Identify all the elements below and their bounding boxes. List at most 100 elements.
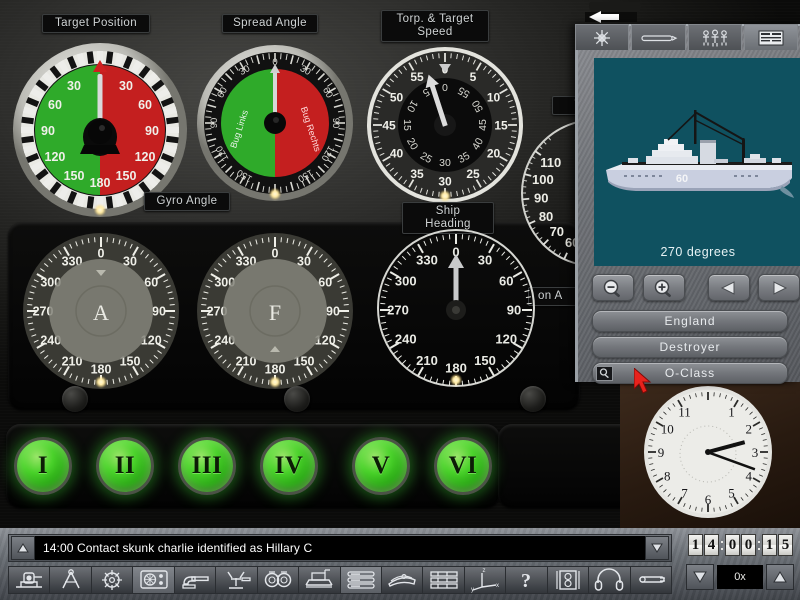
tool-bridge[interactable] xyxy=(299,567,340,593)
gauge-tick-label: 180 xyxy=(91,363,112,377)
gauge-tick-label: 60 xyxy=(499,274,513,289)
message-frame: 14:00 Contact skunk charlie identified a… xyxy=(8,534,672,562)
tool-hydrophone[interactable] xyxy=(589,567,630,593)
gauge-tick-label: 120 xyxy=(495,332,517,347)
spread-angle-gauge[interactable]: 3060901201500306090120150 Bug Links Bug … xyxy=(196,44,354,202)
identify-button[interactable] xyxy=(596,366,613,381)
deck-gun-icon xyxy=(178,567,212,593)
tool-captain[interactable] xyxy=(382,567,423,593)
tool-helm[interactable] xyxy=(92,567,133,593)
tool-radio[interactable] xyxy=(133,567,174,593)
periscope-icon xyxy=(12,567,46,593)
zoom-out-button[interactable] xyxy=(592,274,634,301)
flak-gun-icon xyxy=(219,567,253,593)
tool-depth-gauge[interactable] xyxy=(548,567,589,593)
svg-text:?: ? xyxy=(521,570,531,592)
ship-silhouette-viewport[interactable]: 60 270 degrees xyxy=(594,58,800,266)
time-decrease-button[interactable] xyxy=(686,564,714,590)
tab-navigation[interactable] xyxy=(575,24,629,50)
clock-colon xyxy=(757,534,761,556)
clock-numeral: 3 xyxy=(752,445,759,460)
ship-heading-gauge[interactable]: 0306090120150180210240270300330 xyxy=(374,226,538,390)
torpedo-tube-button-5[interactable]: V xyxy=(352,437,410,495)
torpedo-icon xyxy=(638,32,678,44)
tab-crew[interactable] xyxy=(688,24,742,50)
binoculars-icon xyxy=(261,567,295,593)
target-position-label: Target Position xyxy=(42,14,150,33)
gauge-tick-label: 45 xyxy=(382,119,396,133)
depth-gauge-icon xyxy=(551,567,585,593)
headphones-icon xyxy=(592,567,626,593)
tab-recognition-manual[interactable] xyxy=(744,24,798,50)
dividers-icon xyxy=(54,567,88,593)
gauge-tick-label: 30 xyxy=(67,79,81,93)
gauge-tick-label: 60 xyxy=(138,98,152,112)
tool-deck-gun[interactable] xyxy=(175,567,216,593)
torpedo-tube-button-1[interactable]: I xyxy=(14,437,72,495)
time-compression: 0x xyxy=(686,562,794,592)
gauge-tick-label: 110 xyxy=(540,155,561,170)
gauge-tick-label: 35 xyxy=(410,167,424,181)
aft-tube-dial[interactable]: 0306090120150180210240270300330 A xyxy=(22,232,180,390)
torpedo-tube-button-4[interactable]: IV xyxy=(260,437,318,495)
compartments-icon xyxy=(427,567,461,593)
ship-class-button[interactable]: O-Class xyxy=(592,362,788,384)
tool-periscope[interactable] xyxy=(9,567,50,593)
tool-damage-control[interactable] xyxy=(423,567,464,593)
previous-ship-button[interactable] xyxy=(708,274,750,301)
clock-numeral: 7 xyxy=(681,486,688,501)
tool-binoculars[interactable] xyxy=(258,567,299,593)
time-panel: 140015 0x xyxy=(684,532,796,596)
time-increase-button[interactable] xyxy=(766,564,794,590)
triangle-up-icon xyxy=(772,569,788,585)
gauge-tick-label: 150 xyxy=(474,353,496,368)
svg-text:z: z xyxy=(483,568,486,574)
gauge-tick-label: 330 xyxy=(416,252,438,267)
gauge-tick-label: 0 xyxy=(98,247,105,261)
tab-torpedo[interactable] xyxy=(631,24,685,50)
tool-navigation-map[interactable] xyxy=(50,567,91,593)
gauge-tick-label: 120 xyxy=(135,150,156,164)
gauge-tick-label: 50 xyxy=(390,91,404,105)
forward-tube-dial[interactable]: 0306090120150180210240270300330 F xyxy=(196,232,354,390)
gauge-tick-label: 150 xyxy=(116,169,137,183)
zoom-in-button[interactable] xyxy=(643,274,685,301)
gauge-tick-label: 150 xyxy=(64,169,85,183)
gauge-tick-label: 5 xyxy=(470,70,477,84)
gauge-tick-label: 90 xyxy=(209,118,220,129)
tool-free-camera[interactable]: z y x xyxy=(465,567,506,593)
gauge-tick-label: 60 xyxy=(48,98,62,112)
tool-torpedo-data[interactable] xyxy=(341,567,382,593)
bridge-icon xyxy=(302,567,336,593)
gauge-tick-label: 180 xyxy=(265,363,286,377)
svg-text:y: y xyxy=(471,587,474,593)
torpedo-tube-button-3[interactable]: III xyxy=(178,437,236,495)
gauge-tick-label: 0 xyxy=(272,247,279,261)
gauge-tick-label: 90 xyxy=(534,191,548,206)
tool-flak-gun[interactable] xyxy=(216,567,257,593)
clock-colon xyxy=(720,534,724,556)
torpedo-tube-button-6[interactable]: VI xyxy=(434,437,492,495)
gauge-tick-label: 210 xyxy=(416,353,438,368)
ship-nation-button[interactable]: England xyxy=(592,310,788,332)
gauge-tick-label: 100 xyxy=(532,172,554,187)
crew-icon xyxy=(700,29,730,47)
triangle-down-icon xyxy=(692,569,708,585)
ship-bearing-text: 270 degrees xyxy=(594,245,800,259)
tool-help[interactable]: ? xyxy=(506,567,547,593)
message-scroll-up-button[interactable] xyxy=(11,536,35,560)
clock-numeral: 8 xyxy=(664,469,671,484)
gauge-tick-label: 300 xyxy=(395,274,417,289)
message-scroll-down-button[interactable] xyxy=(645,536,669,560)
gauge-tick-label: 20 xyxy=(487,147,501,161)
torpedo-tube-button-2[interactable]: II xyxy=(96,437,154,495)
compass-rose-icon xyxy=(593,29,611,47)
next-ship-button[interactable] xyxy=(758,274,800,301)
ship-type-button[interactable]: Destroyer xyxy=(592,336,788,358)
clock-numeral: 10 xyxy=(661,422,674,437)
tool-torpedo-tube[interactable] xyxy=(631,567,671,593)
torpedo-tube-housing-right xyxy=(498,424,638,508)
radio-icon xyxy=(137,567,171,593)
gauge-tick-label: 90 xyxy=(507,303,521,318)
mission-clock: 140015 xyxy=(688,534,793,556)
